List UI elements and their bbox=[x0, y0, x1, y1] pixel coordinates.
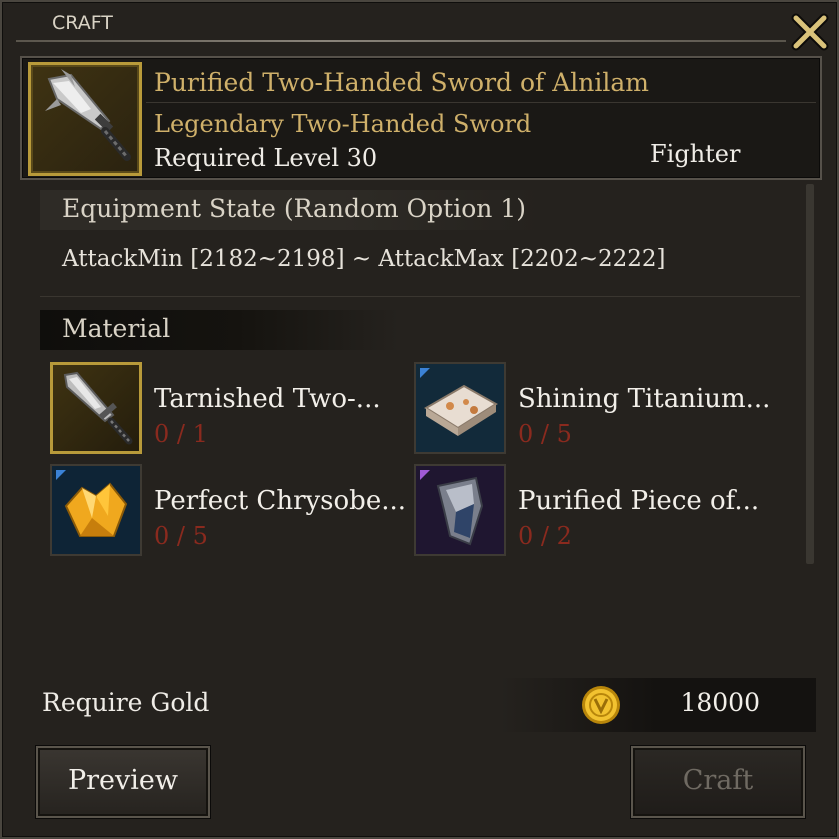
material-count: 0 / 5 bbox=[154, 522, 208, 550]
material-slot-2[interactable]: Shining Titanium... 0 / 5 bbox=[414, 362, 774, 456]
section-divider bbox=[40, 296, 800, 297]
material-slot-3[interactable]: Perfect Chrysobe... 0 / 5 bbox=[50, 464, 410, 558]
material-count: 0 / 5 bbox=[518, 420, 572, 448]
craft-button[interactable]: Craft bbox=[631, 746, 805, 818]
preview-button[interactable]: Preview bbox=[36, 746, 210, 818]
close-button[interactable] bbox=[790, 12, 830, 52]
material-count: 0 / 1 bbox=[154, 420, 208, 448]
material-slot-4[interactable]: Purified Piece of... 0 / 2 bbox=[414, 464, 774, 558]
two-handed-sword-icon[interactable] bbox=[28, 62, 142, 176]
scrollbar[interactable] bbox=[806, 184, 814, 564]
material-name: Perfect Chrysobe... bbox=[154, 486, 407, 516]
item-name-divider bbox=[146, 102, 816, 103]
item-type: Legendary Two-Handed Sword bbox=[154, 110, 532, 138]
equipment-state-heading: Equipment State (Random Option 1) bbox=[40, 190, 540, 230]
title-bar: CRAFT bbox=[2, 2, 837, 51]
craft-details-panel[interactable]: Equipment State (Random Option 1) Attack… bbox=[26, 184, 816, 672]
required-gold-row: Require Gold 18000 bbox=[26, 678, 816, 732]
equipment-stat-line: AttackMin [2182~2198] ~ AttackMax [2202~… bbox=[62, 246, 666, 272]
grade-marker bbox=[420, 470, 430, 480]
crafted-item-card: Purified Two-Handed Sword of Alnilam Leg… bbox=[20, 56, 822, 180]
required-gold-value: 18000 bbox=[680, 688, 760, 717]
grade-marker bbox=[420, 368, 430, 378]
material-name: Purified Piece of... bbox=[518, 486, 760, 516]
material-count: 0 / 2 bbox=[518, 522, 572, 550]
material-name: Shining Titanium... bbox=[518, 384, 771, 414]
craft-window: CRAFT Purified Two-Handed Sword of Alnil… bbox=[0, 0, 839, 839]
purified-piece-icon[interactable] bbox=[414, 464, 506, 556]
required-gold-label: Require Gold bbox=[42, 688, 210, 717]
close-icon bbox=[791, 13, 829, 51]
required-level: Required Level 30 bbox=[154, 144, 378, 172]
material-name: Tarnished Two-... bbox=[154, 384, 381, 414]
item-name: Purified Two-Handed Sword of Alnilam bbox=[154, 68, 650, 97]
tarnished-sword-icon[interactable] bbox=[50, 362, 142, 454]
title-divider bbox=[16, 40, 786, 42]
grade-marker bbox=[56, 470, 66, 480]
item-class: Fighter bbox=[650, 140, 741, 168]
material-heading: Material bbox=[40, 310, 400, 350]
window-title: CRAFT bbox=[52, 12, 113, 34]
gold-coin-icon bbox=[580, 684, 622, 726]
chrysoberyl-gem-icon[interactable] bbox=[50, 464, 142, 556]
material-slot-1[interactable]: Tarnished Two-... 0 / 1 bbox=[50, 362, 410, 456]
titanium-ingot-icon[interactable] bbox=[414, 362, 506, 454]
